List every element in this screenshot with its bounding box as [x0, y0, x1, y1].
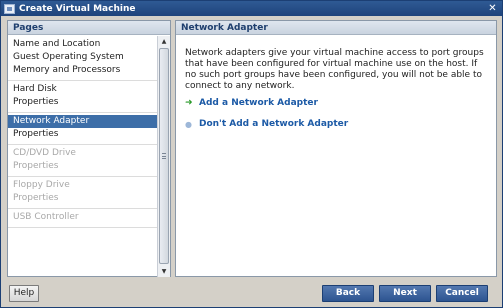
add-network-adapter-option[interactable]: ➜ Add a Network Adapter: [185, 97, 318, 109]
back-button[interactable]: Back: [322, 285, 374, 302]
page-item-guest-os[interactable]: Guest Operating System: [8, 51, 157, 64]
pages-list: Name and Location Guest Operating System…: [8, 36, 157, 277]
title-bar: Create Virtual Machine ✕: [1, 1, 502, 16]
page-item-cd-dvd: CD/DVD Drive: [13, 148, 76, 158]
pages-header: Pages: [8, 21, 170, 35]
window-title: Create Virtual Machine: [19, 3, 136, 14]
page-item-memory-processors[interactable]: Memory and Processors: [8, 64, 157, 77]
scroll-down-icon[interactable]: ▼: [158, 266, 170, 277]
page-item-cd-dvd-properties: Properties: [13, 161, 59, 171]
pages-scrollbar[interactable]: ▲ ▼: [157, 36, 170, 277]
page-group: Floppy Drive Properties: [8, 177, 157, 209]
close-icon[interactable]: ✕: [487, 3, 498, 14]
page-group: CD/DVD Drive Properties: [8, 145, 157, 177]
next-button[interactable]: Next: [379, 285, 431, 302]
bullet-icon: ●: [185, 119, 192, 129]
page-group: USB Controller: [8, 209, 157, 228]
page-group: Network Adapter Properties: [8, 113, 157, 145]
dont-add-network-adapter-option[interactable]: ● Don't Add a Network Adapter: [185, 118, 348, 130]
page-item-network-adapter[interactable]: Network Adapter: [8, 115, 157, 128]
scroll-thumb[interactable]: [159, 48, 169, 264]
page-item-hard-disk-properties[interactable]: Properties: [8, 96, 157, 109]
page-item-hard-disk[interactable]: Hard Disk: [8, 83, 157, 96]
page-item-usb-controller: USB Controller: [13, 212, 79, 222]
create-vm-dialog: Create Virtual Machine ✕ Pages Name and …: [0, 0, 503, 308]
help-button[interactable]: Help: [9, 285, 39, 302]
scroll-up-icon[interactable]: ▲: [158, 36, 170, 47]
pages-panel: Pages Name and Location Guest Operating …: [7, 20, 171, 277]
dont-add-network-adapter-label[interactable]: Don't Add a Network Adapter: [199, 119, 348, 129]
content-header: Network Adapter: [176, 21, 496, 35]
page-item-name-location[interactable]: Name and Location: [8, 38, 157, 51]
page-group: Name and Location Guest Operating System…: [8, 36, 157, 81]
content-panel: Network Adapter Network adapters give yo…: [175, 20, 497, 277]
page-group: Hard Disk Properties: [8, 81, 157, 113]
page-item-floppy: Floppy Drive: [13, 180, 70, 190]
description-text: Network adapters give your virtual machi…: [185, 48, 484, 91]
grip-icon: [162, 153, 166, 159]
green-arrow-icon: ➜: [185, 98, 193, 108]
page-item-floppy-properties: Properties: [13, 193, 59, 203]
page-item-network-properties[interactable]: Properties: [8, 128, 157, 141]
app-window-icon: [4, 3, 15, 14]
add-network-adapter-label[interactable]: Add a Network Adapter: [199, 98, 318, 108]
cancel-button[interactable]: Cancel: [436, 285, 488, 302]
